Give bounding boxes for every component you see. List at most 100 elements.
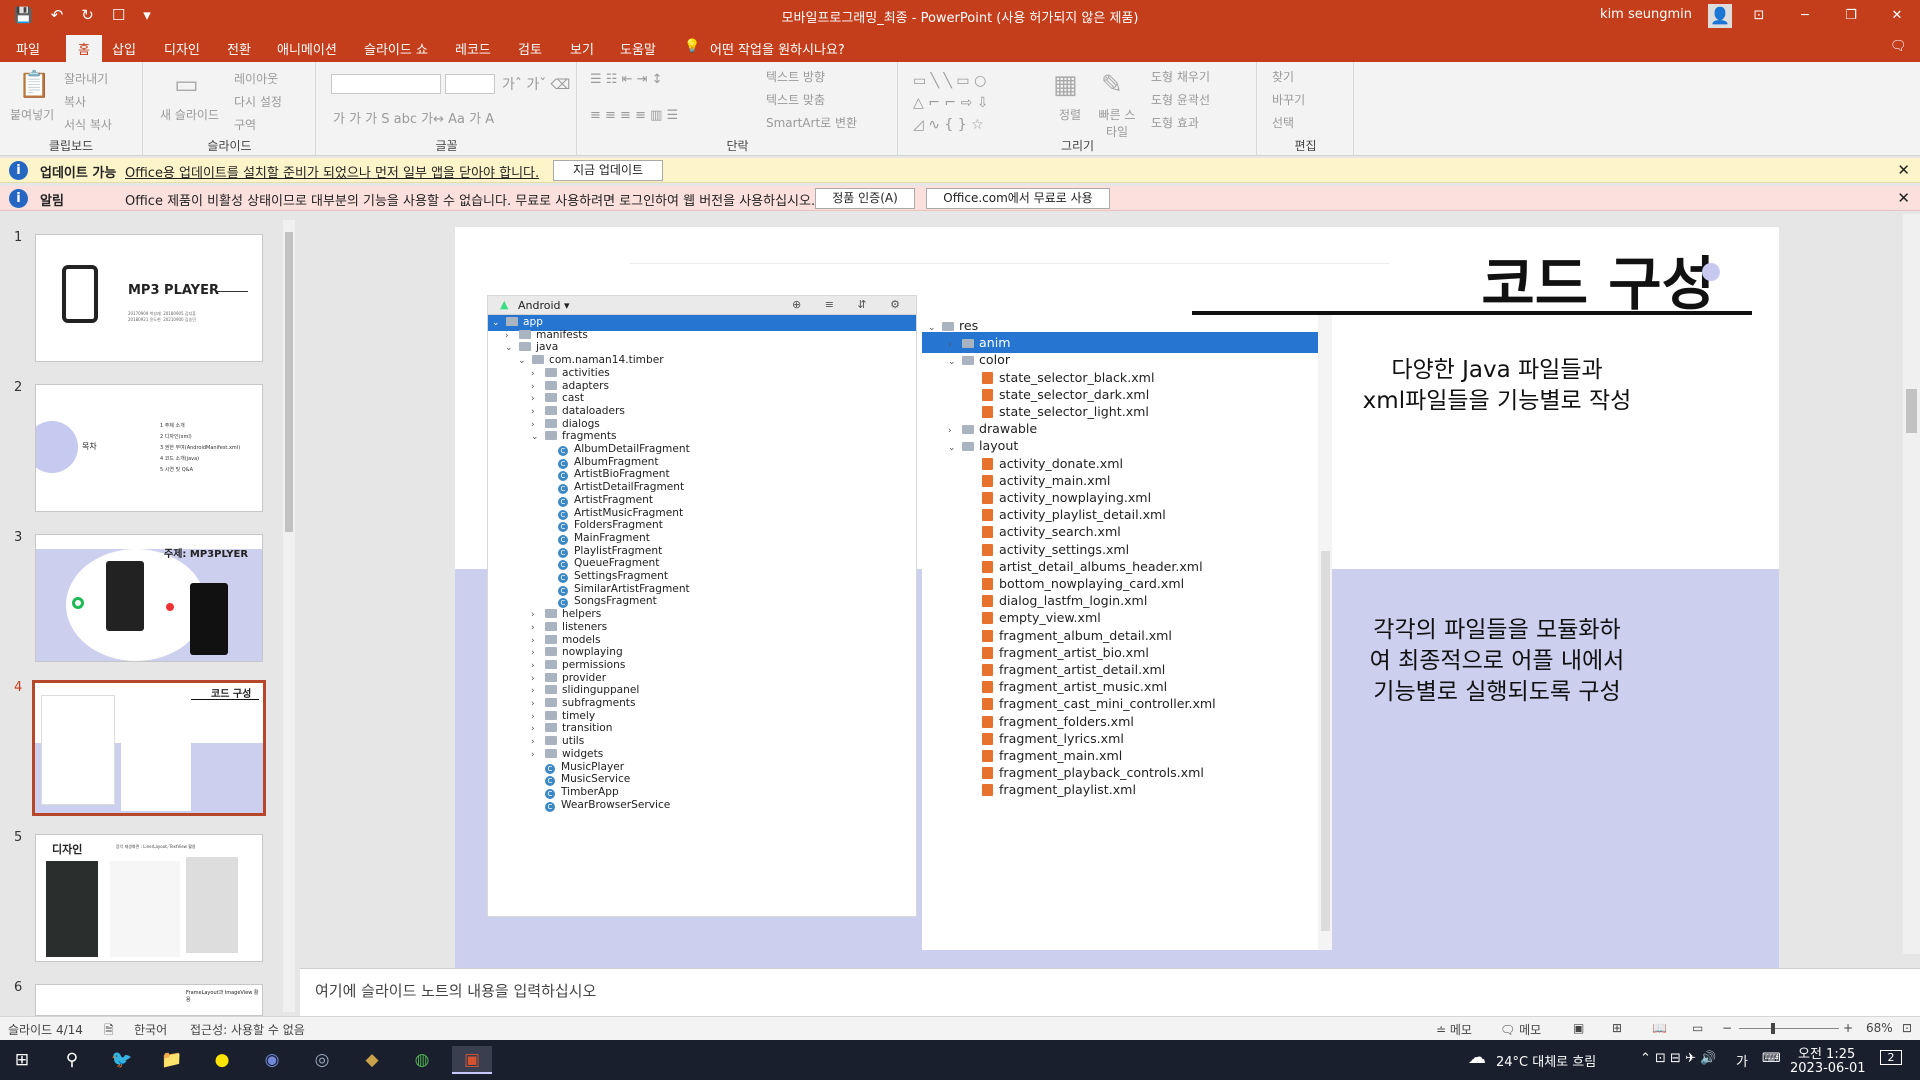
slide-thumbnail-4[interactable]: 코드 구성: [32, 680, 266, 816]
ime-indicator[interactable]: 가: [1736, 1051, 1748, 1070]
cut-button[interactable]: 잘라내기: [64, 70, 108, 87]
font-format-icons[interactable]: 가 가 가 S abc 가↔ Aa 가 A: [333, 108, 494, 127]
editor-scrollbar[interactable]: [1903, 214, 1920, 954]
slide-thumbnail-2[interactable]: 목차 1 주제 소개 2 디자인(xml) 3 권한 부여(AndroidMan…: [35, 384, 263, 512]
text-direction-button[interactable]: 텍스트 방향: [766, 68, 825, 85]
file-explorer-icon[interactable]: 📁: [152, 1046, 192, 1074]
shapes-gallery[interactable]: ▭ ╲ ╲ ▭ ○ △ ⌐ ⌐ ⇨ ⇩ ◿ ∿ { } ☆: [913, 70, 993, 136]
tab-animations[interactable]: 애니메이션: [277, 39, 337, 58]
slide-thumbnail-6[interactable]: FrameLayout과 ImageView 활용: [35, 984, 263, 1016]
slide-thumbnail-5[interactable]: 디자인 음악 재생화면 : LinerLayout, TextView 활용: [35, 834, 263, 962]
accessibility-status[interactable]: 접근성: 사용할 수 없음: [190, 1021, 305, 1038]
tab-transitions[interactable]: 전환: [227, 39, 251, 58]
select-button[interactable]: 선택: [1272, 114, 1294, 131]
account-name[interactable]: kim seungmin: [1600, 7, 1692, 22]
comments-icon[interactable]: 🗨: [1890, 39, 1907, 54]
notification-count[interactable]: 2: [1880, 1050, 1902, 1065]
list-icons[interactable]: ☰ ☷ ⇤ ⇥ ↕: [590, 72, 663, 87]
format-painter-button[interactable]: 서식 복사: [64, 116, 112, 133]
steam-icon[interactable]: ◎: [302, 1046, 342, 1074]
spelling-icon[interactable]: 🗎: [104, 1021, 114, 1042]
tree-item[interactable]: fragment_playlist.xml: [922, 779, 1136, 800]
smartart-button[interactable]: SmartArt로 변환: [766, 114, 857, 131]
slide-thumbnail-1[interactable]: MP3 PLAYER 20170909 박성재 20180905 김지훈 201…: [35, 234, 263, 362]
section-button[interactable]: 구역: [234, 116, 256, 133]
align-icons[interactable]: ≡ ≡ ≡ ≡ ▥ ☰: [590, 108, 678, 123]
restore-icon[interactable]: ❐: [1828, 0, 1874, 32]
scrollbar-thumb[interactable]: [285, 232, 293, 532]
close-alert-bar-icon[interactable]: ✕: [1897, 189, 1910, 207]
windows-start-icon[interactable]: ⊞: [2, 1046, 42, 1074]
tab-review[interactable]: 검토: [518, 39, 542, 58]
quick-styles-button[interactable]: 빠른 스타일: [1097, 106, 1137, 140]
minimize-icon[interactable]: ─: [1782, 0, 1828, 32]
align-text-button[interactable]: 텍스트 맞춤: [766, 91, 825, 108]
thumbnail-scrollbar[interactable]: [283, 220, 295, 1012]
zoom-in-icon[interactable]: +: [1843, 1021, 1853, 1035]
tray-icons[interactable]: ⌃ ⊡ ⊟ ✈ 🔊: [1640, 1051, 1716, 1066]
slideshow-icon[interactable]: ▭: [1692, 1021, 1703, 1035]
use-web-button[interactable]: Office.com에서 무료로 사용: [926, 188, 1110, 209]
reset-button[interactable]: 다시 설정: [234, 93, 282, 110]
app-icon-bird[interactable]: 🐦: [102, 1046, 142, 1074]
clock-time[interactable]: 오전 1:25: [1798, 1043, 1855, 1062]
notes-pane[interactable]: 여기에 슬라이드 노트의 내용을 입력하십시오: [300, 968, 1920, 1016]
zoom-level[interactable]: 68%: [1866, 1021, 1893, 1035]
search-icon[interactable]: ⚲: [52, 1046, 92, 1074]
tab-design[interactable]: 디자인: [164, 39, 200, 58]
activate-button[interactable]: 정품 인증(A): [815, 188, 915, 209]
find-button[interactable]: 찾기: [1272, 68, 1294, 85]
powerpoint-icon[interactable]: ▣: [452, 1046, 492, 1074]
slide-title[interactable]: 코드 구성: [1215, 237, 1715, 321]
arrange-button[interactable]: 정렬: [1059, 106, 1081, 123]
tree-item[interactable]: C WearBrowserService: [488, 798, 670, 814]
tab-slideshow[interactable]: 슬라이드 쇼: [364, 39, 428, 58]
clock-date[interactable]: 2023-06-01: [1790, 1061, 1866, 1076]
slide-canvas[interactable]: 코드 구성 ▲ Android ▾ ⊕ ≡ ⇵ ⚙ ⌄ app › manifests…: [455, 227, 1779, 969]
slide-text-1[interactable]: 다양한 Java 파일들과 xml파일들을 기능별로 작성: [1260, 355, 1734, 417]
notes-placeholder[interactable]: 여기에 슬라이드 노트의 내용을 입력하십시오: [315, 980, 596, 1001]
layout-button[interactable]: 레이아웃: [234, 70, 278, 87]
game-launcher-icon[interactable]: ◆: [352, 1046, 392, 1074]
close-icon[interactable]: ✕: [1874, 0, 1920, 32]
discord-icon[interactable]: ◉: [252, 1046, 292, 1074]
font-size-box[interactable]: [445, 74, 495, 94]
shape-outline-button[interactable]: 도형 윤곽선: [1151, 91, 1210, 108]
fit-slide-icon[interactable]: ⊡: [1902, 1021, 1912, 1035]
paste-button[interactable]: 붙여넣기: [10, 106, 54, 123]
tab-view[interactable]: 보기: [570, 39, 594, 58]
tell-me-search[interactable]: 어떤 작업을 원하시나요?: [710, 39, 845, 58]
kakaotalk-icon[interactable]: ●: [202, 1046, 242, 1074]
normal-view-icon[interactable]: ▣: [1573, 1021, 1584, 1035]
update-now-button[interactable]: 지금 업데이트: [553, 160, 663, 181]
slide-thumbnail-3[interactable]: 주제: MP3PLYER: [35, 534, 263, 662]
update-message[interactable]: Office용 업데이트를 설치할 준비가 되었으나 먼저 일부 앱을 닫아야 …: [125, 162, 539, 181]
weather-text[interactable]: 24°C 대체로 흐림: [1496, 1051, 1596, 1070]
close-update-bar-icon[interactable]: ✕: [1897, 161, 1910, 179]
scrollbar-thumb[interactable]: [1906, 389, 1917, 433]
ribbon-display-icon[interactable]: ⊡: [1736, 0, 1782, 32]
chrome-icon[interactable]: ◍: [402, 1046, 442, 1074]
shape-fill-button[interactable]: 도형 채우기: [1151, 68, 1210, 85]
project-tree-screenshot[interactable]: ▲ Android ▾ ⊕ ≡ ⇵ ⚙ ⌄ app › manifests ⌄ java ⌄…: [487, 295, 917, 917]
tab-home[interactable]: 홈: [66, 35, 102, 62]
tab-help[interactable]: 도움말: [620, 39, 656, 58]
tab-insert[interactable]: 삽입: [112, 39, 136, 58]
notes-toggle[interactable]: ≐ 메모: [1436, 1021, 1472, 1038]
slide-sorter-icon[interactable]: ⊞: [1612, 1021, 1622, 1035]
language-indicator[interactable]: 한국어: [134, 1021, 167, 1038]
copy-button[interactable]: 복사: [64, 93, 86, 110]
avatar[interactable]: 👤: [1708, 4, 1732, 28]
reading-view-icon[interactable]: 📖: [1652, 1021, 1667, 1035]
shape-effects-button[interactable]: 도형 효과: [1151, 114, 1199, 131]
zoom-slider-knob[interactable]: [1771, 1023, 1775, 1034]
replace-button[interactable]: 바꾸기: [1272, 91, 1305, 108]
comments-toggle[interactable]: 🗨 메모: [1500, 1021, 1541, 1038]
zoom-slider[interactable]: [1739, 1028, 1839, 1029]
keyboard-icon[interactable]: ⌨: [1762, 1051, 1781, 1066]
tab-file[interactable]: 파일: [16, 39, 40, 58]
font-name-box[interactable]: [331, 74, 441, 94]
new-slide-button[interactable]: 새 슬라이드: [160, 106, 219, 123]
zoom-out-icon[interactable]: −: [1722, 1021, 1732, 1035]
font-grow-icon[interactable]: 가ˆ 가ˇ ⌫: [502, 74, 570, 94]
